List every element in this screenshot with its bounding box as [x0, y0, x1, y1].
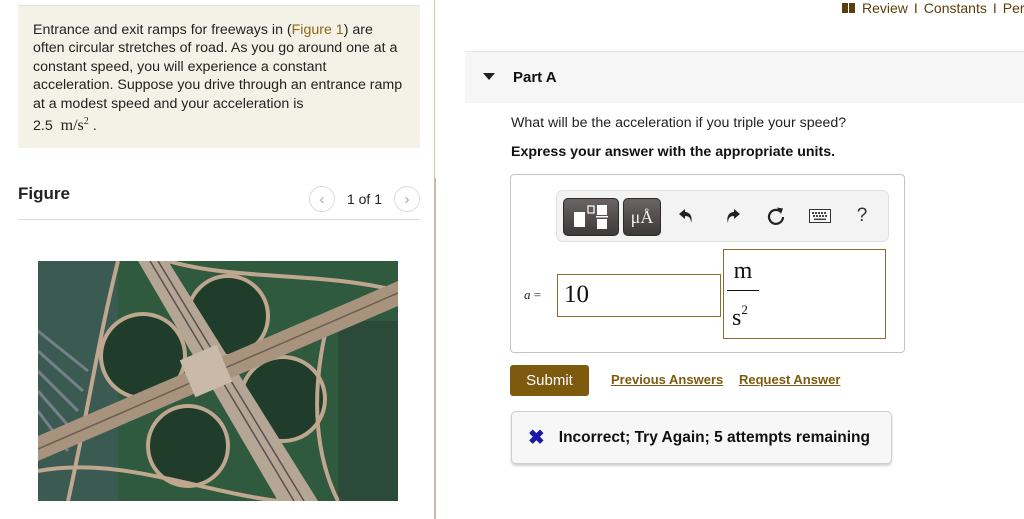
submit-button[interactable]: Submit: [510, 365, 589, 396]
problem-intro: Entrance and exit ramps for freeways in …: [18, 6, 420, 148]
book-icon: [842, 3, 856, 13]
link-separator: I: [913, 0, 918, 16]
feedback-message: ✖ Incorrect; Try Again; 5 attempts remai…: [511, 411, 892, 464]
incorrect-x-icon: ✖: [528, 427, 545, 449]
undo-button[interactable]: [673, 202, 701, 230]
unit-numerator: m: [733, 258, 753, 284]
pane-divider-top: [434, 0, 435, 178]
left-pane: Entrance and exit ramps for freeways in …: [0, 0, 434, 519]
header-links: Review I Constants I Per: [842, 0, 1024, 16]
unit-denominator-base: s: [732, 305, 742, 331]
figure-title: Figure: [18, 184, 70, 203]
help-button[interactable]: ?: [848, 202, 876, 230]
given-value: 2.5: [33, 118, 53, 135]
redo-icon: [727, 209, 740, 223]
unit-fraction: m s2: [727, 252, 759, 335]
answer-editor: μÅ ? a = 10 m s2: [510, 174, 905, 353]
interchange-photo: [38, 261, 398, 501]
request-answer-link[interactable]: Request Answer: [739, 372, 840, 387]
figure-next-button[interactable]: ›: [394, 186, 420, 212]
figure-counter: 1 of 1: [346, 191, 382, 207]
question-text: What will be the acceleration if you tri…: [511, 115, 847, 131]
link-separator: I: [992, 0, 997, 16]
instruction-text: Express your answer with the appropriate…: [511, 144, 836, 160]
figure-link[interactable]: Figure 1: [292, 22, 344, 38]
variable-name: a: [524, 287, 531, 302]
keyboard-button[interactable]: [806, 202, 834, 230]
reset-icon: [767, 207, 785, 225]
variable-label: a =: [524, 287, 541, 303]
given-unit-exp: 2: [83, 116, 89, 128]
templates-button[interactable]: [563, 198, 619, 236]
part-title: Part A: [513, 69, 557, 86]
constants-link[interactable]: Constants: [924, 0, 987, 16]
answer-units-input[interactable]: m s2: [723, 249, 886, 339]
pane-resize-handle[interactable]: [434, 178, 436, 519]
equals-sign: =: [533, 287, 542, 302]
given-trailing: .: [92, 118, 97, 135]
feedback-text: Incorrect; Try Again; 5 attempts remaini…: [558, 428, 870, 446]
chevron-right-icon: ›: [404, 190, 410, 208]
undo-icon: [679, 209, 692, 223]
given-unit-base: m/s: [60, 117, 84, 135]
unit-denominator-exp: 2: [741, 302, 748, 317]
figure-image[interactable]: [38, 261, 398, 501]
answer-value-input[interactable]: 10: [557, 274, 721, 317]
part-a-header[interactable]: Part A: [465, 51, 1024, 103]
problem-text-start: Entrance and exit ramps for freeways in …: [33, 22, 292, 38]
unit-denominator: s2: [727, 293, 759, 335]
templates-icon: [574, 205, 608, 229]
chevron-left-icon: ‹: [319, 190, 325, 208]
math-toolbar: μÅ ?: [556, 190, 889, 242]
units-label: μÅ: [630, 206, 654, 227]
previous-answers-link[interactable]: Previous Answers: [611, 372, 723, 387]
periodic-table-link[interactable]: Per: [1003, 0, 1024, 16]
figure-navigation: ‹ 1 of 1 ›: [308, 186, 420, 212]
given-unit: m/s2: [60, 116, 89, 135]
review-link[interactable]: Review: [862, 0, 908, 16]
units-button[interactable]: μÅ: [623, 198, 661, 236]
help-icon: ?: [856, 205, 868, 226]
redo-button[interactable]: [718, 202, 746, 230]
figure-prev-button[interactable]: ‹: [308, 186, 335, 212]
caret-down-icon: [483, 73, 495, 80]
fraction-bar: [727, 290, 759, 291]
reset-button[interactable]: [762, 202, 790, 230]
keyboard-icon: [809, 209, 831, 223]
figure-divider: [18, 219, 420, 220]
